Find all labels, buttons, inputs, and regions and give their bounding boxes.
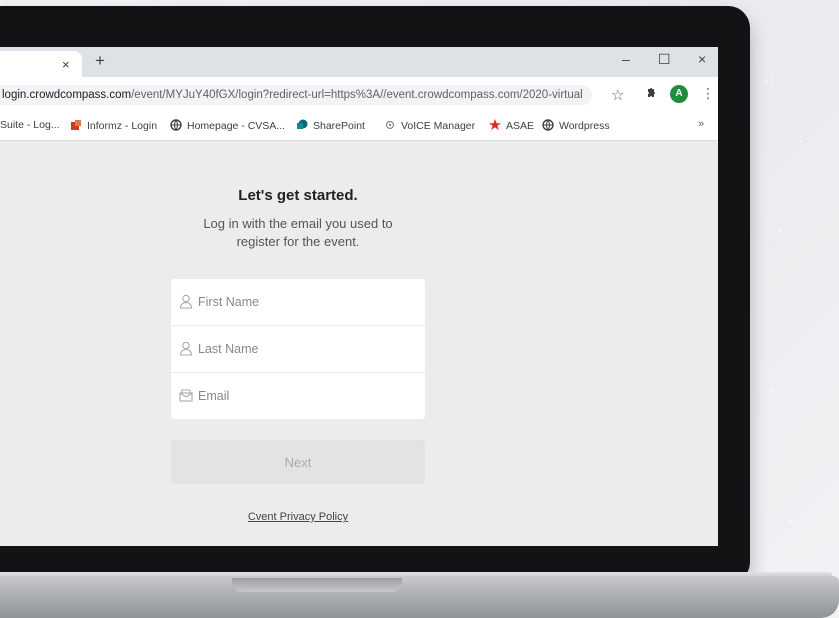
window-close-button[interactable]: × — [698, 51, 706, 67]
laptop-notch — [232, 578, 402, 592]
url-host: login.crowdcompass.com — [2, 89, 132, 101]
globe-icon — [542, 119, 554, 131]
bookmark-sharepoint[interactable]: SharePoint — [296, 119, 365, 132]
bookmark-label: Homepage - CVSA... — [187, 120, 286, 132]
bookmark-homepage-cvsa[interactable]: Homepage - CVSA... — [170, 119, 285, 132]
new-tab-button[interactable]: + — [95, 52, 105, 70]
profile-avatar[interactable]: A — [670, 85, 688, 103]
envelope-icon — [179, 389, 193, 402]
browser-tab-strip: × + – ☐ × — [0, 47, 718, 77]
bookmark-voice-manager[interactable]: VoICE Manager — [384, 119, 475, 132]
window-minimize-button[interactable]: – — [622, 51, 630, 67]
address-bar[interactable]: login.crowdcompass.com/event/MYJuY40fGX/… — [0, 85, 592, 105]
email-field — [171, 373, 425, 419]
browser-toolbar: login.crowdcompass.com/event/MYJuY40fGX/… — [0, 77, 718, 112]
bookmark-suite[interactable]: Suite - Log... — [0, 119, 60, 131]
login-page: Let's get started. Log in with the email… — [0, 141, 718, 546]
sharepoint-icon — [297, 119, 308, 129]
extensions-puzzle-icon[interactable] — [645, 87, 657, 100]
bookmark-star-icon[interactable]: ☆ — [611, 86, 624, 104]
last-name-field — [171, 326, 425, 373]
browser-menu-icon[interactable]: ⋮ — [701, 85, 715, 102]
bookmark-label: SharePoint — [313, 120, 365, 132]
gear-icon — [385, 120, 395, 130]
bookmark-label: Informz - Login — [87, 120, 158, 132]
last-name-input[interactable] — [198, 337, 413, 361]
bookmark-label: Wordpress — [559, 120, 610, 132]
login-form — [171, 279, 425, 419]
laptop-base — [0, 576, 839, 618]
page-subtitle: Log in with the email you used to regist… — [170, 215, 426, 251]
user-icon — [179, 341, 193, 356]
bookmark-informz[interactable]: Informz - Login — [70, 119, 157, 132]
first-name-field — [171, 279, 425, 326]
bookmark-label: VoICE Manager — [401, 120, 476, 132]
url-path: /event/MYJuY40fGX/login?redirect-url=htt… — [131, 89, 583, 101]
bookmarks-bar: Suite - Log... Informz - Login Homepage … — [0, 112, 718, 141]
subtitle-line-2: register for the event. — [236, 234, 360, 249]
bookmarks-overflow-button[interactable]: » — [698, 118, 704, 130]
user-icon — [179, 294, 193, 309]
bookmark-wordpress[interactable]: Wordpress — [542, 119, 610, 132]
tab-close-icon[interactable]: × — [62, 57, 70, 72]
bookmark-label: ASAE — [506, 120, 535, 132]
globe-icon — [170, 119, 182, 131]
page-title: Let's get started. — [238, 187, 358, 204]
privacy-policy-link[interactable]: Cvent Privacy Policy — [170, 511, 426, 523]
window-maximize-button[interactable]: ☐ — [658, 51, 671, 68]
laptop-screen: × + – ☐ × login.crowdcompass.com/event/M… — [0, 47, 718, 546]
subtitle-line-1: Log in with the email you used to — [203, 216, 393, 231]
first-name-input[interactable] — [198, 290, 413, 314]
informz-icon — [71, 120, 81, 130]
bookmark-label: Suite - Log... — [0, 119, 60, 131]
email-input[interactable] — [198, 384, 413, 408]
next-button[interactable]: Next — [171, 440, 425, 484]
bookmark-asae[interactable]: ASAE — [489, 119, 534, 132]
asae-icon — [489, 119, 501, 130]
browser-tab-active[interactable]: × — [0, 51, 82, 77]
